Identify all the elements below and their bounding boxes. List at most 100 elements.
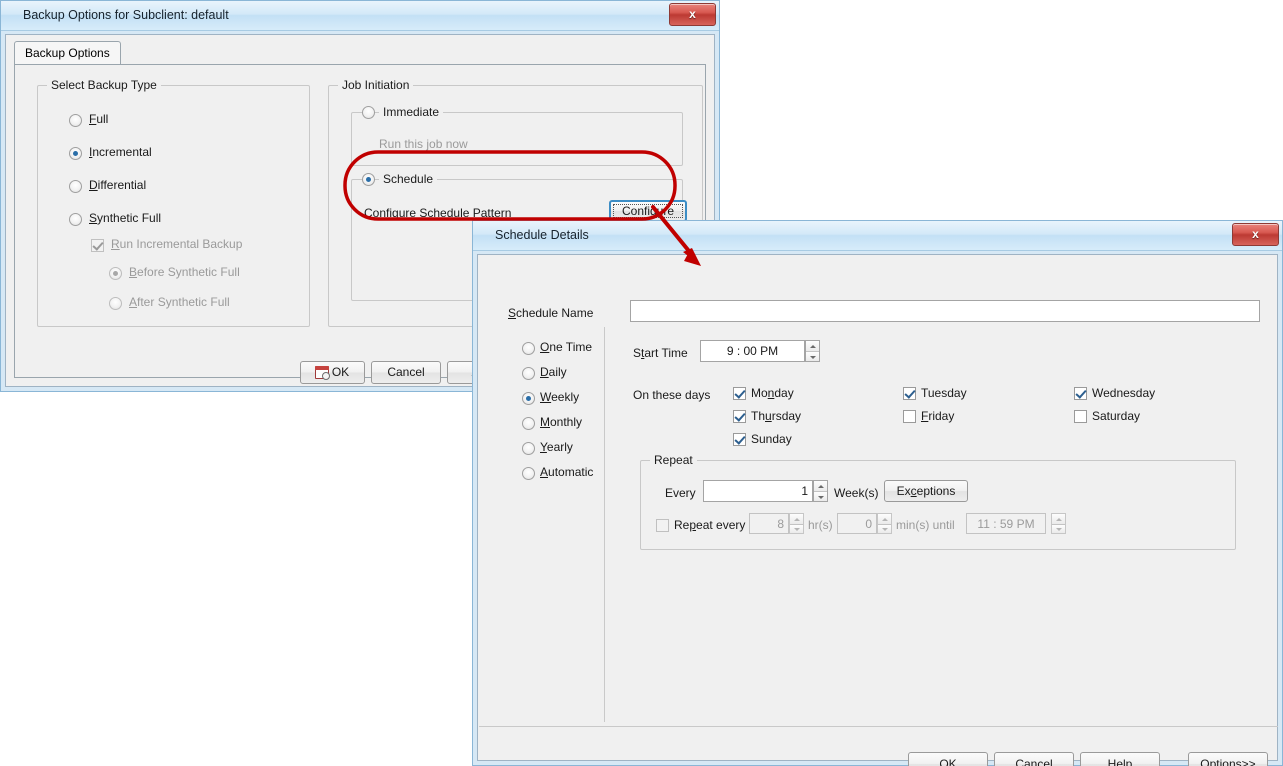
schedule-details-title: Schedule Details (495, 228, 589, 242)
label-run-incremental-backup: Run Incremental Backup (111, 237, 242, 251)
backup-options-title: Backup Options for Subclient: default (23, 8, 229, 22)
start-time-spin-up[interactable] (806, 341, 819, 351)
checkbox-run-incremental-backup[interactable] (91, 239, 104, 252)
label-friday: Friday (921, 409, 954, 423)
checkbox-tuesday[interactable] (903, 387, 916, 400)
repeat-until-spinner[interactable] (1051, 513, 1066, 534)
backup-ok-button[interactable]: OK (300, 361, 365, 384)
radio-full[interactable] (69, 114, 82, 127)
radio-schedule[interactable] (362, 173, 375, 186)
radio-weekly[interactable] (522, 392, 535, 405)
label-monday: Monday (751, 386, 794, 400)
exceptions-button[interactable]: Exceptions (884, 480, 968, 502)
label-full: Full (89, 112, 108, 126)
radio-monthly[interactable] (522, 417, 535, 430)
repeat-until-spin-up[interactable] (1052, 514, 1065, 524)
minutes-unit-label: min(s) until (896, 518, 955, 532)
schedule-options-button[interactable]: Options>> (1188, 752, 1268, 766)
checkbox-monday[interactable] (733, 387, 746, 400)
every-weeks-spinner[interactable] (813, 480, 828, 502)
start-time-input[interactable] (700, 340, 805, 362)
repeat-group: Repeat Every Week(s) Exceptions Repeat e… (640, 460, 1236, 550)
tab-backup-options[interactable]: Backup Options (14, 41, 121, 65)
backup-ok-label: OK (332, 365, 349, 379)
label-incremental: Incremental (89, 145, 152, 159)
week-unit-label: Week(s) (834, 486, 878, 500)
configure-schedule-pattern-label: Configure Schedule Pattern (364, 206, 511, 220)
schedule-cancel-button[interactable]: Cancel (994, 752, 1074, 766)
screen-root: Backup Options for Subclient: default x … (0, 0, 1283, 766)
checkbox-thursday[interactable] (733, 410, 746, 423)
schedule-help-button[interactable]: Help (1080, 752, 1160, 766)
calendar-clock-icon (315, 366, 329, 379)
checkbox-saturday[interactable] (1074, 410, 1087, 423)
radio-after-synthetic-full[interactable] (109, 297, 122, 310)
select-backup-type-group: Select Backup Type Full Incremental Diff… (37, 85, 310, 327)
label-yearly: Yearly (540, 440, 573, 454)
radio-before-synthetic-full[interactable] (109, 267, 122, 280)
label-synthetic-full: Synthetic Full (89, 211, 161, 225)
repeat-minutes-spin-down[interactable] (878, 524, 891, 534)
radio-automatic[interactable] (522, 467, 535, 480)
every-weeks-input[interactable] (703, 480, 813, 502)
radio-incremental[interactable] (69, 147, 82, 160)
exceptions-button-label: Exceptions (897, 484, 956, 498)
radio-differential[interactable] (69, 180, 82, 193)
label-tuesday: Tuesday (921, 386, 967, 400)
label-wednesday: Wednesday (1092, 386, 1155, 400)
start-time-spinner[interactable] (805, 340, 820, 362)
label-before-synthetic-full: Before Synthetic Full (129, 265, 240, 279)
label-monthly: Monthly (540, 415, 582, 429)
repeat-hours-spin-down[interactable] (790, 524, 803, 534)
label-differential: Differential (89, 178, 146, 192)
repeat-hours-spinner[interactable] (789, 513, 804, 534)
checkbox-repeat-every[interactable] (656, 519, 669, 532)
repeat-hours-spin-up[interactable] (790, 514, 803, 524)
schedule-name-label: Schedule Name (508, 306, 593, 320)
checkbox-sunday[interactable] (733, 433, 746, 446)
job-initiation-title: Job Initiation (338, 78, 413, 92)
repeat-until-spin-down[interactable] (1052, 524, 1065, 534)
radio-yearly[interactable] (522, 442, 535, 455)
configure-button[interactable]: Configure (609, 200, 687, 222)
select-backup-type-title: Select Backup Type (47, 78, 161, 92)
backup-options-tabstrip: Backup Options (14, 41, 706, 65)
footer-divider (479, 726, 1278, 727)
label-saturday: Saturday (1092, 409, 1140, 423)
radio-daily[interactable] (522, 367, 535, 380)
every-weeks-spin-down[interactable] (814, 491, 827, 501)
label-after-synthetic-full: After Synthetic Full (129, 295, 230, 309)
radio-immediate[interactable] (362, 106, 375, 119)
repeat-group-title: Repeat (650, 453, 697, 467)
schedule-ok-button[interactable]: OK (908, 752, 988, 766)
panel-divider (604, 327, 605, 722)
repeat-minutes-spinner[interactable] (877, 513, 892, 534)
schedule-details-client-area: Schedule Name One Time Daily Weekly Mont… (477, 254, 1278, 761)
label-repeat-every: Repeat every (674, 518, 745, 532)
schedule-options-label: Options>> (1200, 757, 1255, 766)
checkbox-wednesday[interactable] (1074, 387, 1087, 400)
schedule-details-titlebar: Schedule Details x (473, 221, 1282, 251)
repeat-until-input[interactable] (966, 513, 1046, 534)
label-daily: Daily (540, 365, 567, 379)
repeat-minutes-spin-up[interactable] (878, 514, 891, 524)
backup-options-titlebar: Backup Options for Subclient: default x (1, 1, 719, 31)
schedule-details-dialog: Schedule Details x Schedule Name One Tim… (472, 220, 1283, 766)
label-one-time: One Time (540, 340, 592, 354)
checkbox-friday[interactable] (903, 410, 916, 423)
backup-cancel-button[interactable]: Cancel (371, 361, 441, 384)
close-icon[interactable]: x (669, 3, 716, 26)
label-automatic: Automatic (540, 465, 593, 479)
schedule-name-input[interactable] (630, 300, 1260, 322)
immediate-subgroup: Immediate Run this job now (351, 112, 683, 166)
label-immediate: Immediate (379, 105, 443, 119)
label-schedule: Schedule (379, 172, 437, 186)
start-time-label: Start Time (633, 346, 688, 360)
repeat-minutes-input[interactable] (837, 513, 877, 534)
radio-one-time[interactable] (522, 342, 535, 355)
start-time-spin-down[interactable] (806, 351, 819, 361)
every-weeks-spin-up[interactable] (814, 481, 827, 491)
radio-synthetic-full[interactable] (69, 213, 82, 226)
close-icon[interactable]: x (1232, 223, 1279, 246)
repeat-hours-input[interactable] (749, 513, 789, 534)
